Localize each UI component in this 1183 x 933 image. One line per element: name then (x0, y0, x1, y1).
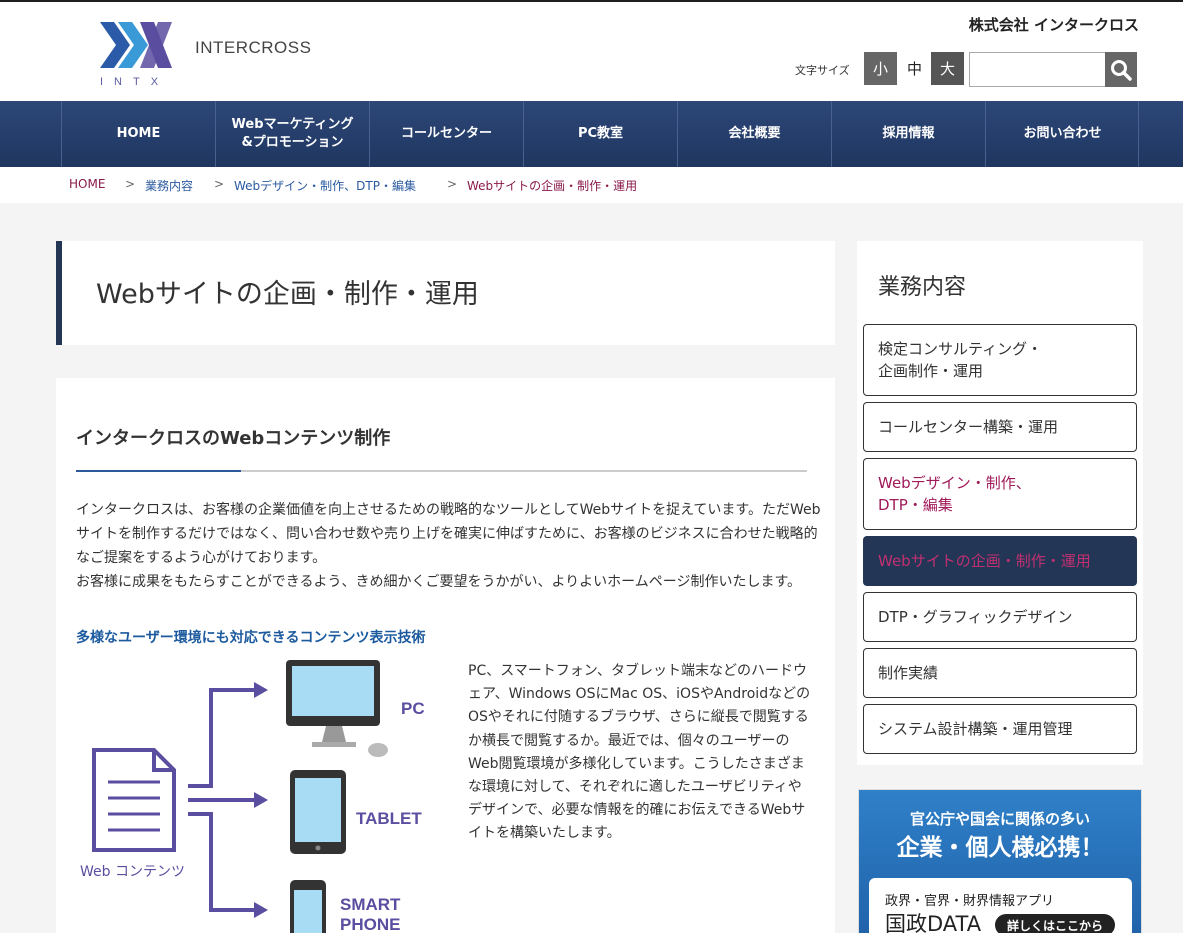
banner-line1: 官公庁や国会に関係の多い (909, 810, 1090, 828)
sidebar-item-consulting[interactable]: 検定コンサルティング・ 企画制作・運用 (863, 324, 1137, 396)
breadcrumb-home[interactable]: HOME (69, 177, 105, 191)
arrows (188, 688, 256, 912)
nav-item-recruit[interactable]: 採用情報 (831, 101, 985, 167)
tablet-icon (290, 770, 346, 854)
kokusei-data-banner[interactable]: 官公庁や国会に関係の多い 企業・個人様必携！ 政界・官界・財界情報アプリ 国政D… (858, 789, 1142, 933)
site-header: INTX INTERCROSS 株式会社 インタークロス 文字サイズ 小 中 大 (0, 2, 1183, 101)
search-icon (1111, 59, 1132, 81)
font-size-medium-button[interactable]: 中 (898, 52, 931, 85)
nav-item-contact[interactable]: お問い合わせ (985, 101, 1139, 167)
banner-cta-button[interactable]: 詳しくはここから (995, 914, 1115, 933)
smartphone-icon (290, 880, 326, 933)
sidebar-item-dtp[interactable]: DTP・グラフィックデザイン (863, 592, 1137, 642)
nav-item-call-center[interactable]: コールセンター (369, 101, 523, 167)
section-divider-accent (76, 470, 241, 472)
font-size-small-button[interactable]: 小 (864, 52, 897, 85)
diagram-label-smart: SMART (340, 895, 401, 914)
breadcrumb-level1[interactable]: 業務内容 (145, 177, 193, 194)
nav-divider (1138, 101, 1139, 167)
font-size-large-button[interactable]: 大 (931, 52, 964, 85)
diagram-label-phone: PHONE (340, 915, 400, 933)
intro-paragraph: インタークロスは、お客様の企業価値を向上させるための戦略的なツールとしてWebサ… (76, 502, 821, 566)
diagram-label-tablet: TABLET (356, 809, 422, 828)
page-title-box: Webサイトの企画・制作・運用 (56, 241, 835, 345)
breadcrumb-separator: > (447, 177, 458, 191)
breadcrumb: HOME > 業務内容 > Webデザイン・制作、DTP・編集 > Webサイト… (0, 167, 1183, 203)
breadcrumb-separator: > (214, 177, 225, 191)
banner-app-label: 政界・官界・財界情報アプリ (885, 894, 1055, 909)
breadcrumb-level2[interactable]: Webデザイン・制作、DTP・編集 (234, 177, 416, 194)
nav-item-company[interactable]: 会社概要 (677, 101, 831, 167)
nav-item-home[interactable]: HOME (61, 101, 215, 167)
intro-text: インタークロスは、お客様の企業価値を向上させるための戦略的なツールとしてWebサ… (76, 498, 821, 594)
document-icon (92, 748, 176, 852)
search-button[interactable] (1105, 52, 1137, 87)
global-nav: HOME Webマーケティング &プロモーション コールセンター PC教室 会社… (0, 101, 1183, 167)
intercross-logo-icon[interactable] (100, 18, 172, 72)
arrow-heads (254, 682, 268, 918)
sidebar-item-web-planning[interactable]: Webサイトの企画・制作・運用 (863, 536, 1137, 586)
device-diagram: Web コンテンツ PC TABLET SMART PHONE (80, 660, 425, 933)
sub-heading: 多様なユーザー環境にも対応できるコンテンツ表示技術 (76, 630, 426, 646)
banner-app-name: 国政DATA (885, 912, 982, 933)
company-name: 株式会社 インタークロス (968, 16, 1139, 34)
section-title: インタークロスのWebコンテンツ制作 (76, 428, 391, 449)
diagram-source-label: Web コンテンツ (80, 864, 185, 880)
breadcrumb-current: Webサイトの企画・制作・運用 (467, 179, 638, 193)
nav-item-pc-school[interactable]: PC教室 (523, 101, 677, 167)
search-input[interactable] (969, 52, 1106, 87)
banner-card: 政界・官界・財界情報アプリ 国政DATA 詳しくはここから (869, 878, 1132, 933)
logo-subtext: INTX (100, 76, 170, 88)
description-text: PC、スマートフォン、タブレット端末などのハードウェア、Windows OSにM… (468, 663, 811, 842)
sidebar: 業務内容 検定コンサルティング・ 企画制作・運用 コールセンター構築・運用 We… (857, 241, 1143, 765)
diagram-label-pc: PC (401, 699, 425, 718)
banner-line2: 企業・個人様必携！ (896, 835, 1104, 861)
sidebar-title: 業務内容 (878, 275, 967, 300)
sidebar-item-system[interactable]: システム設計構築・運用管理 (863, 704, 1137, 754)
sidebar-item-call-center[interactable]: コールセンター構築・運用 (863, 402, 1137, 452)
pc-monitor-icon (286, 660, 388, 757)
font-size-label: 文字サイズ (795, 64, 850, 77)
sidebar-item-web-design[interactable]: Webデザイン・制作、 DTP・編集 (863, 458, 1137, 530)
sidebar-item-works[interactable]: 制作実績 (863, 648, 1137, 698)
brand-name[interactable]: INTERCROSS (195, 38, 311, 58)
main-content: インタークロスのWebコンテンツ制作 インタークロスは、お客様の企業価値を向上さ… (56, 378, 835, 933)
intro-paragraph: お客様に成果をもたらすことができるよう、きめ細かくご要望をうかがい、よりよいホー… (76, 574, 802, 590)
page-title: Webサイトの企画・制作・運用 (96, 279, 479, 310)
nav-item-web-marketing[interactable]: Webマーケティング &プロモーション (215, 101, 369, 167)
breadcrumb-separator: > (125, 177, 136, 191)
